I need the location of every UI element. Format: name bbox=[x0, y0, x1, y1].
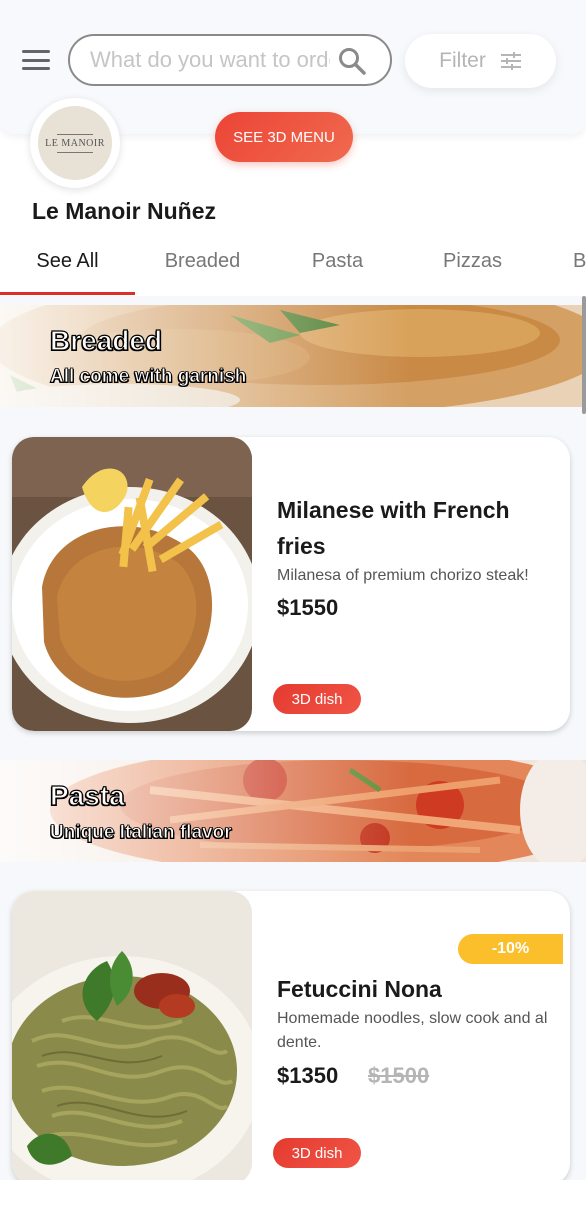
section-subtitle: Unique Italian flavor bbox=[50, 822, 232, 844]
search-bar[interactable] bbox=[68, 34, 392, 86]
section-title: Pasta bbox=[49, 779, 125, 811]
logo-emblem: LE MANOIR bbox=[38, 106, 112, 180]
menu-item-card[interactable]: Milanese with French fries Milanesa of p… bbox=[12, 437, 570, 731]
discount-badge: -10% bbox=[458, 934, 563, 964]
dish-description: Homemade noodles, slow cook and al dente… bbox=[277, 1010, 548, 1051]
dish-image bbox=[12, 437, 252, 731]
menu-item-card[interactable]: -10% Fetuccini Nona Homemade noodles, sl… bbox=[12, 891, 570, 1180]
dish-image bbox=[12, 891, 252, 1180]
restaurant-name: Le Manoir Nuñez bbox=[32, 198, 217, 224]
tab-more[interactable]: B bbox=[540, 236, 586, 294]
restaurant-logo: LE MANOIR bbox=[30, 98, 120, 188]
filter-button[interactable]: Filter bbox=[405, 34, 556, 88]
dish-price: $1550 bbox=[277, 595, 339, 620]
logo-text: LE MANOIR bbox=[45, 137, 105, 149]
section-banner-breaded: Breaded All come with garnish bbox=[0, 305, 586, 407]
bottom-area bbox=[0, 1180, 586, 1212]
menu-icon[interactable] bbox=[20, 47, 52, 73]
search-input[interactable] bbox=[90, 46, 330, 74]
scrollbar-thumb[interactable] bbox=[582, 296, 586, 414]
3d-dish-badge[interactable]: 3D dish bbox=[273, 1138, 361, 1168]
tab-see-all[interactable]: See All bbox=[0, 236, 135, 294]
tab-pasta[interactable]: Pasta bbox=[270, 236, 405, 294]
sliders-icon bbox=[500, 52, 521, 70]
category-tabs: See All Breaded Pasta Pizzas B bbox=[0, 236, 586, 296]
active-tab-indicator bbox=[0, 292, 135, 295]
dish-price: $1350 bbox=[277, 1063, 339, 1088]
dish-old-price: $1500 bbox=[368, 1063, 430, 1088]
tab-breaded[interactable]: Breaded bbox=[135, 236, 270, 294]
section-title: Breaded bbox=[49, 324, 163, 356]
search-icon[interactable] bbox=[338, 47, 366, 75]
menu-list[interactable]: Breaded All come with garnish Milanese w… bbox=[0, 296, 586, 1180]
dish-description: Milanesa of premium chorizo steak! bbox=[277, 567, 529, 584]
tab-pizzas[interactable]: Pizzas bbox=[405, 236, 540, 294]
dish-name: Fetuccini Nona bbox=[277, 976, 442, 1002]
section-banner-pasta: Pasta Unique Italian flavor bbox=[0, 760, 586, 862]
see-3d-menu-button[interactable]: SEE 3D MENU bbox=[215, 112, 353, 162]
section-subtitle: All come with garnish bbox=[50, 366, 247, 388]
3d-dish-badge[interactable]: 3D dish bbox=[273, 684, 361, 714]
filter-label: Filter bbox=[439, 49, 486, 72]
dish-name: Milanese with French fries bbox=[277, 497, 510, 559]
